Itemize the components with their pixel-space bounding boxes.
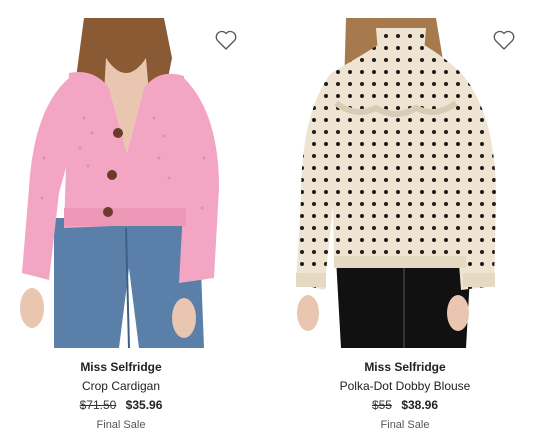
product-name[interactable]: Crop Cardigan <box>0 379 250 394</box>
final-sale-label: Final Sale <box>96 419 146 431</box>
product-name[interactable]: Polka-Dot Dobby Blouse <box>276 379 534 394</box>
product-grid: Miss Selfridge Crop Cardigan $71.50 $35.… <box>0 0 536 435</box>
product-brand[interactable]: Miss Selfridge <box>0 360 250 375</box>
product-image-crop-cardigan[interactable] <box>14 18 251 348</box>
product-brand[interactable]: Miss Selfridge <box>276 360 534 375</box>
final-sale-label: Final Sale <box>380 419 430 431</box>
price-row: $55 $38.96 <box>276 398 534 413</box>
wishlist-heart-icon[interactable] <box>214 28 238 52</box>
product-info: Miss Selfridge Crop Cardigan $71.50 $35.… <box>0 360 250 432</box>
product-info: Miss Selfridge Polka-Dot Dobby Blouse $5… <box>276 360 534 432</box>
sale-price: $38.96 <box>401 398 439 412</box>
price-row: $71.50 $35.96 <box>0 398 250 413</box>
product-image-polka-dot-blouse[interactable] <box>296 18 522 348</box>
original-price: $71.50 <box>79 398 117 412</box>
sale-price: $35.96 <box>125 398 163 412</box>
wishlist-heart-icon[interactable] <box>492 28 516 52</box>
original-price: $55 <box>371 398 392 412</box>
